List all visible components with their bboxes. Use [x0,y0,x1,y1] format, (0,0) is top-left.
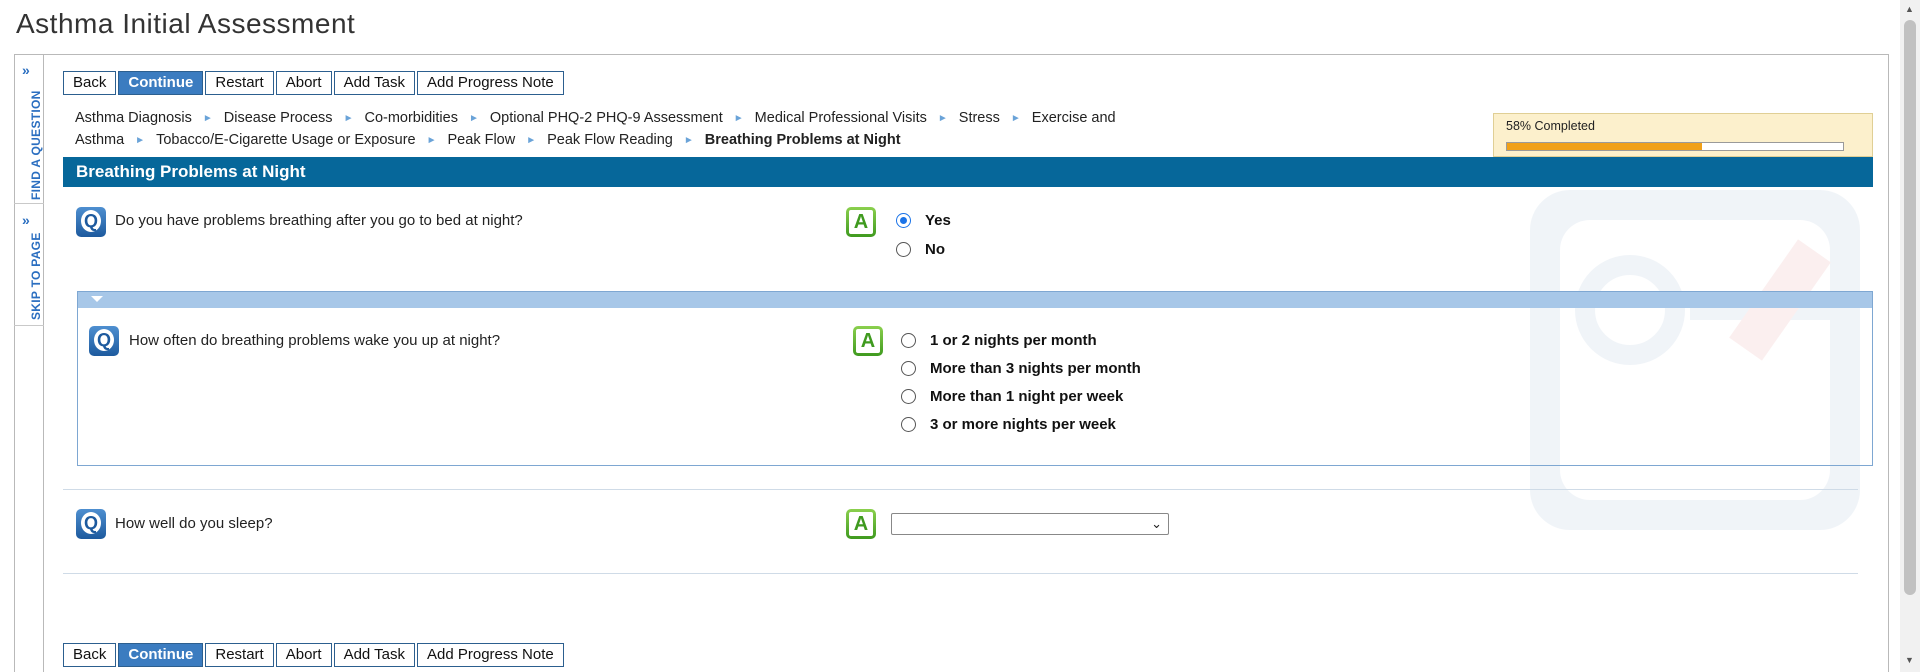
q2-option-2[interactable]: More than 3 nights per month [901,360,1141,377]
radio-button[interactable] [896,242,911,257]
breadcrumb-item[interactable]: Co-morbidities [364,110,457,126]
breadcrumb-separator-icon: ► [733,113,744,124]
find-question-label: FIND A QUESTION [29,90,43,200]
top-toolbar: Back Continue Restart Abort Add Task Add… [63,71,564,95]
answer-icon: A [846,207,876,237]
restart-button[interactable]: Restart [205,71,274,95]
page-title: Asthma Initial Assessment [16,8,356,39]
divider [63,573,1858,574]
question-3-text: How well do you sleep? [115,515,273,532]
breadcrumb-item[interactable]: Stress [959,110,1000,126]
bottom-toolbar: Back Continue Restart Abort Add Task Add… [63,643,564,667]
q2-option-1[interactable]: 1 or 2 nights per month [901,332,1097,349]
breadcrumb-item[interactable]: Disease Process [224,110,333,126]
add-progress-note-button[interactable]: Add Progress Note [417,71,564,95]
option-label: 3 or more nights per week [930,416,1116,433]
q1-option-yes[interactable]: Yes [896,212,951,229]
scroll-up-icon[interactable]: ▲ [1905,4,1914,14]
add-task-button[interactable]: Add Task [333,643,416,667]
follow-up-panel-header[interactable] [78,292,1872,308]
q1-option-no[interactable]: No [896,241,945,258]
sleep-quality-select[interactable]: ⌄ [891,513,1169,535]
restart-button[interactable]: Restart [205,643,274,667]
breadcrumb-separator-icon: ► [426,135,437,146]
add-progress-note-button[interactable]: Add Progress Note [417,643,564,667]
continue-button[interactable]: Continue [118,71,204,95]
answer-icon: A [853,326,883,356]
scrollbar-thumb[interactable] [1904,20,1916,595]
radio-button[interactable] [901,361,916,376]
answer-icon: A [846,509,876,539]
abort-button[interactable]: Abort [275,71,332,95]
back-button[interactable]: Back [63,643,117,667]
breadcrumb: Asthma Diagnosis ► Disease Process ► Co-morb… [75,108,1155,152]
double-chevron-icon: » [22,62,30,78]
breadcrumb-item[interactable]: Optional PHQ-2 PHQ-9 Assessment [490,110,723,126]
skip-to-page-tab[interactable]: » SKIP TO PAGE [14,204,44,326]
breadcrumb-separator-icon: ► [135,135,146,146]
option-label: Yes [925,212,951,229]
skip-to-page-label: SKIP TO PAGE [29,232,43,320]
progress-bar [1506,142,1844,151]
question-icon: Q [76,509,106,539]
progress-label: 58% Completed [1506,119,1595,133]
breadcrumb-separator-icon: ► [468,113,479,124]
chevron-down-icon: ⌄ [1151,516,1162,531]
radio-button[interactable] [901,333,916,348]
divider [63,489,1858,490]
breadcrumb-separator-icon: ► [526,135,537,146]
breadcrumb-item[interactable]: Tobacco/E-Cigarette Usage or Exposure [156,132,416,148]
breadcrumb-separator-icon: ► [1010,113,1021,124]
follow-up-panel [77,291,1873,466]
q2-option-4[interactable]: 3 or more nights per week [901,416,1116,433]
progress-fill [1507,143,1702,150]
breadcrumb-item[interactable]: Medical Professional Visits [755,110,927,126]
breadcrumb-separator-icon: ► [683,135,694,146]
option-label: 1 or 2 nights per month [930,332,1097,349]
breadcrumb-separator-icon: ► [937,113,948,124]
question-2-text: How often do breathing problems wake you… [129,332,501,349]
question-icon: Q [76,207,106,237]
continue-button[interactable]: Continue [118,643,204,667]
breadcrumb-item[interactable]: Asthma Diagnosis [75,110,192,126]
option-label: No [925,241,945,258]
abort-button[interactable]: Abort [275,643,332,667]
back-button[interactable]: Back [63,71,117,95]
find-question-tab[interactable]: » FIND A QUESTION [14,54,44,204]
radio-button[interactable] [896,213,911,228]
q2-option-3[interactable]: More than 1 night per week [901,388,1123,405]
breadcrumb-separator-icon: ► [202,113,213,124]
breadcrumb-current: Breathing Problems at Night [704,132,901,148]
question-icon: Q [89,326,119,356]
progress-panel: 58% Completed [1493,113,1873,157]
option-label: More than 1 night per week [930,388,1124,405]
breadcrumb-separator-icon: ► [343,113,354,124]
radio-button[interactable] [901,389,916,404]
breadcrumb-item[interactable]: Peak Flow [448,132,516,148]
option-label: More than 3 nights per month [930,360,1141,377]
double-chevron-icon: » [22,212,30,228]
collapse-triangle-icon[interactable] [91,296,103,302]
radio-button[interactable] [901,417,916,432]
question-1-text: Do you have problems breathing after you… [115,212,523,229]
scroll-down-icon[interactable]: ▼ [1905,655,1914,665]
side-rail: » FIND A QUESTION » SKIP TO PAGE [14,54,44,672]
add-task-button[interactable]: Add Task [333,71,416,95]
breadcrumb-item[interactable]: Peak Flow Reading [547,132,673,148]
page-scrollbar[interactable]: ▲ ▼ [1900,0,1920,672]
